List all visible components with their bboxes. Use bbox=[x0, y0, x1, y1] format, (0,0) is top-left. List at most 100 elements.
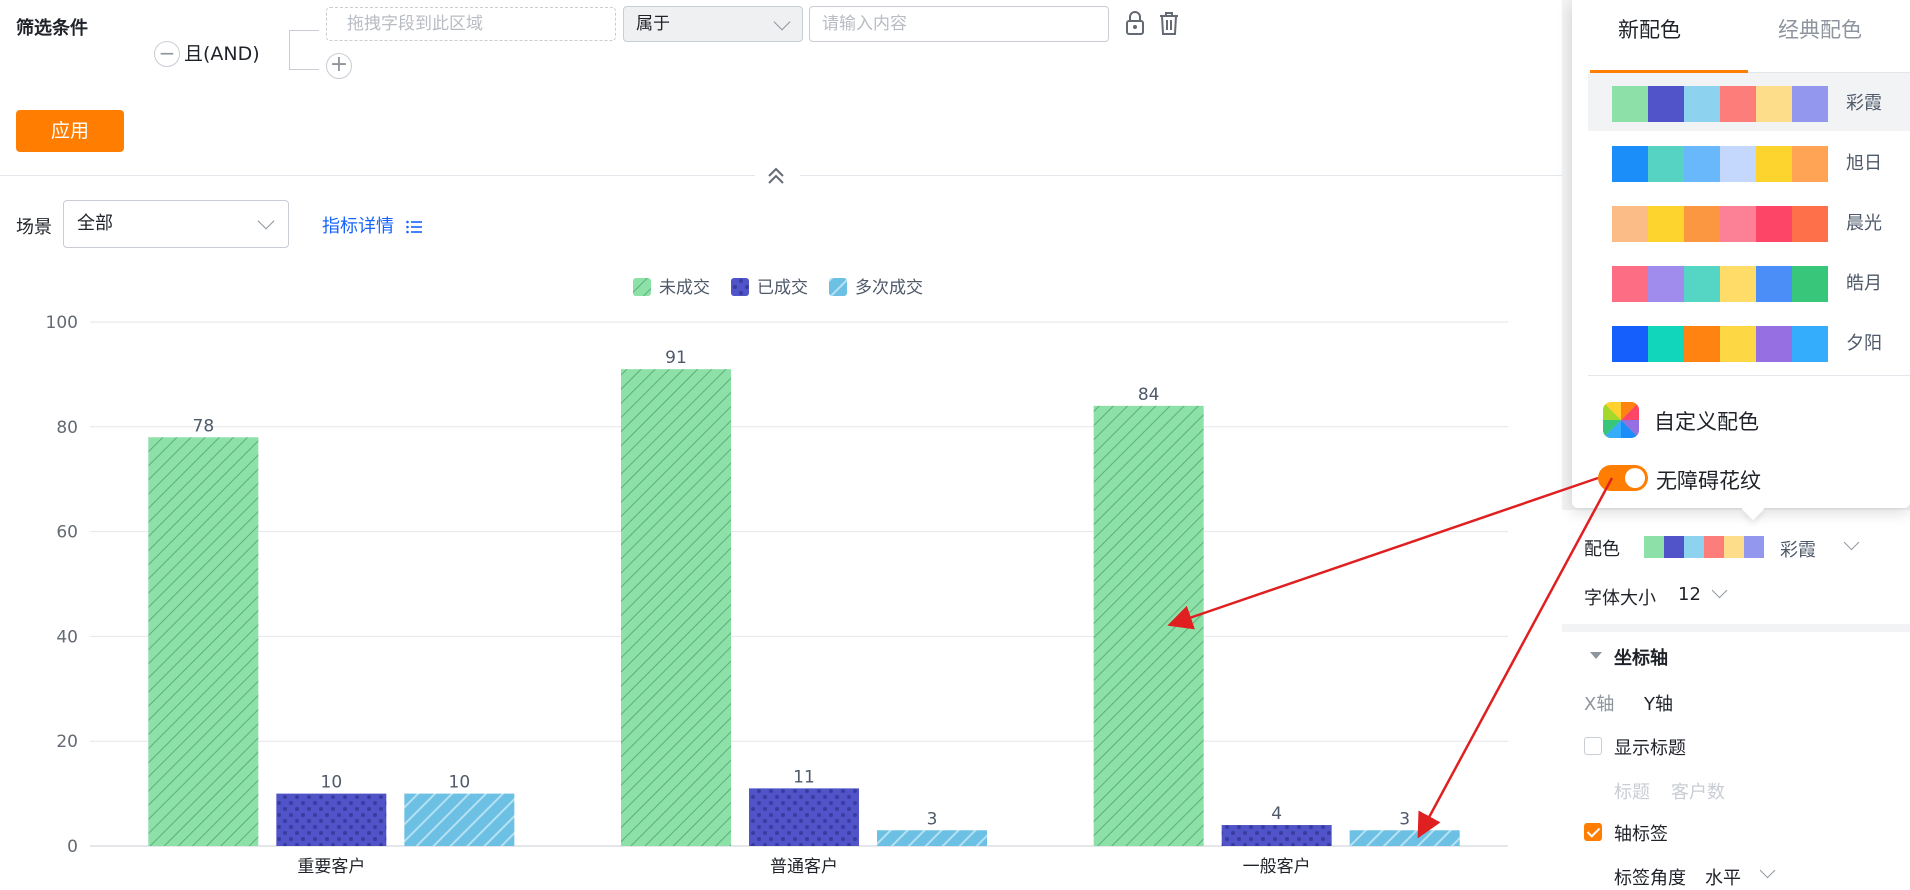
color-swatch bbox=[1720, 326, 1756, 362]
x-tick-label: 重要客户 bbox=[297, 857, 365, 877]
accessible-pattern-label: 无障碍花纹 bbox=[1656, 469, 1761, 493]
data-label: 91 bbox=[665, 348, 687, 368]
metric-details-link[interactable]: 指标详情 bbox=[322, 212, 422, 238]
axis-settings-card bbox=[1562, 632, 1910, 890]
palette-swatches bbox=[1612, 266, 1828, 302]
color-swatch bbox=[1792, 206, 1828, 242]
trash-icon[interactable] bbox=[1158, 10, 1180, 36]
divider bbox=[0, 175, 755, 176]
chevron-down-icon bbox=[773, 13, 791, 31]
remove-condition-icon[interactable]: − bbox=[154, 41, 180, 67]
bar-chart: 0 20 40 60 80 100 78 10 10 重要客户 91 11 3 普通客户 84 4 3 一般客户… bbox=[46, 278, 1508, 877]
color-swatch bbox=[1684, 86, 1720, 122]
custom-color-label[interactable]: 自定义配色 bbox=[1654, 406, 1759, 436]
custom-color-icon[interactable] bbox=[1603, 402, 1639, 438]
color-swatch bbox=[1612, 86, 1648, 122]
tab-y-axis[interactable]: Y轴 bbox=[1644, 690, 1673, 716]
bar bbox=[621, 369, 731, 846]
field-drop-zone[interactable]: 拖拽字段到此区域 bbox=[326, 7, 616, 41]
color-swatch bbox=[1648, 326, 1684, 362]
y-tick-label: 20 bbox=[56, 732, 78, 752]
title-label: 标题 bbox=[1614, 782, 1650, 803]
color-swatch bbox=[1792, 266, 1828, 302]
x-tick-label: 普通客户 bbox=[770, 857, 838, 877]
show-title-label: 显示标题 bbox=[1614, 738, 1686, 759]
palette-name: 晨光 bbox=[1846, 213, 1882, 234]
color-swatch bbox=[1684, 266, 1720, 302]
color-swatch bbox=[1648, 206, 1684, 242]
bar bbox=[148, 437, 259, 846]
y-tick-label: 40 bbox=[56, 627, 78, 647]
accessible-pattern-toggle[interactable] bbox=[1598, 465, 1648, 491]
tab-x-axis[interactable]: X轴 bbox=[1584, 690, 1614, 716]
condition-bracket bbox=[289, 30, 319, 70]
data-label: 4 bbox=[1271, 804, 1282, 824]
axis-section-title[interactable]: 坐标轴 bbox=[1614, 644, 1668, 670]
palette-option[interactable]: 旭日 bbox=[1588, 133, 1910, 191]
palette-swatches bbox=[1612, 326, 1828, 362]
palette-option[interactable]: 皓月 bbox=[1588, 253, 1910, 311]
lock-icon[interactable] bbox=[1124, 10, 1146, 36]
color-swatch bbox=[1684, 206, 1720, 242]
color-swatch bbox=[1720, 146, 1756, 182]
scene-value: 全部 bbox=[77, 213, 113, 234]
palette-name: 旭日 bbox=[1846, 153, 1882, 174]
data-label: 3 bbox=[927, 809, 938, 829]
color-scheme-preview[interactable] bbox=[1644, 536, 1764, 558]
data-label: 78 bbox=[193, 416, 215, 436]
palette-swatches bbox=[1612, 86, 1828, 122]
font-size-value[interactable]: 12 bbox=[1678, 584, 1701, 605]
color-swatch bbox=[1720, 206, 1756, 242]
legend-swatch bbox=[731, 278, 749, 296]
operator-select[interactable]: 属于 bbox=[623, 6, 803, 42]
apply-button[interactable]: 应用 bbox=[16, 110, 124, 152]
palette-name: 夕阳 bbox=[1846, 333, 1882, 354]
value-input[interactable]: 请输入内容 bbox=[809, 6, 1109, 42]
color-swatch bbox=[1664, 536, 1684, 558]
bar bbox=[404, 793, 515, 846]
y-tick-label: 0 bbox=[67, 837, 78, 857]
palette-option[interactable]: 晨光 bbox=[1588, 193, 1910, 251]
color-swatch bbox=[1612, 266, 1648, 302]
label-angle-value[interactable]: 水平 bbox=[1705, 864, 1741, 890]
divider bbox=[800, 175, 1562, 176]
scene-label: 场景 bbox=[16, 217, 52, 238]
color-swatch bbox=[1720, 266, 1756, 302]
axis-label-checkbox[interactable] bbox=[1584, 823, 1602, 841]
x-tick-label: 一般客户 bbox=[1243, 857, 1311, 877]
data-label: 11 bbox=[793, 767, 815, 787]
bar bbox=[1349, 830, 1460, 846]
axis-label-label: 轴标签 bbox=[1614, 824, 1668, 845]
collapse-up-icon[interactable] bbox=[765, 165, 787, 187]
color-swatch bbox=[1684, 536, 1704, 558]
add-condition-icon[interactable]: + bbox=[326, 53, 352, 79]
palette-option[interactable]: 夕阳 bbox=[1588, 313, 1910, 371]
data-label: 10 bbox=[449, 773, 471, 793]
scene-select[interactable]: 全部 bbox=[63, 200, 289, 248]
title-input[interactable]: 客户数 bbox=[1671, 778, 1725, 804]
legend-label: 未成交 bbox=[659, 278, 710, 298]
color-swatch bbox=[1644, 536, 1664, 558]
data-label: 10 bbox=[321, 773, 343, 793]
color-swatch bbox=[1792, 146, 1828, 182]
caret-down-icon[interactable] bbox=[1590, 652, 1602, 659]
color-swatch bbox=[1756, 326, 1792, 362]
palette-swatches bbox=[1612, 146, 1828, 182]
bar bbox=[877, 830, 987, 846]
color-swatch bbox=[1704, 536, 1724, 558]
color-swatch bbox=[1648, 266, 1684, 302]
metric-details-label: 指标详情 bbox=[322, 216, 394, 237]
show-title-checkbox[interactable] bbox=[1584, 737, 1602, 755]
palette-option[interactable]: 彩霞 bbox=[1588, 73, 1910, 131]
tab-classic-colors[interactable]: 经典配色 bbox=[1778, 14, 1862, 44]
color-swatch bbox=[1756, 146, 1792, 182]
tab-new-colors[interactable]: 新配色 bbox=[1618, 14, 1681, 44]
y-tick-label: 80 bbox=[56, 418, 78, 438]
color-swatch bbox=[1648, 86, 1684, 122]
color-scheme-value[interactable]: 彩霞 bbox=[1780, 536, 1816, 562]
palette-name: 皓月 bbox=[1846, 273, 1882, 294]
color-swatch bbox=[1612, 206, 1648, 242]
color-swatch bbox=[1684, 326, 1720, 362]
logic-operator-label[interactable]: 且(AND) bbox=[184, 39, 260, 66]
font-size-label: 字体大小 bbox=[1584, 588, 1656, 609]
